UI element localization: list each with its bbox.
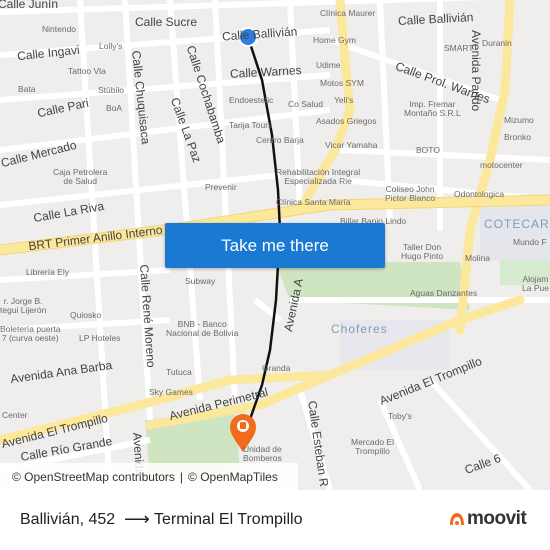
poi-label: Clínica Maurer [320,8,376,18]
moovit-logo-icon [450,513,464,525]
osm-attribution-link[interactable]: © OpenStreetMap contributors [12,470,175,484]
poi-label: Bronko [504,132,531,142]
poi-label: Imp. Fremar Montaño S.R.L [404,99,461,119]
bus-stop-pin-icon [240,422,246,429]
poi-label: Boletería puerta 7 (curva oeste) [0,324,61,344]
poi-label: Motos SYM [320,78,364,88]
poi-label: Toby's [388,411,412,421]
poi-label: Asados Griegos [316,116,377,126]
poi-label: Quiosko [70,310,102,320]
poi-label: Yeli's [334,95,354,105]
poi-label: Librería Ely [26,267,69,277]
poi-label: SMART [444,43,474,53]
poi-label: BoA [106,103,123,113]
poi-label: Mercado El Trompillo [351,437,394,457]
area-label: Choferes [331,322,388,336]
poi-label: Molina [465,253,491,263]
take-me-there-button[interactable]: Take me there [165,223,385,268]
street-label: Calle Warnes [229,63,302,81]
poi-label: Nintendo [42,24,77,34]
poi-label: BNB - Banco Nacional de Bolivia [166,319,239,339]
moovit-wordmark: moovit [467,508,527,529]
poi-label: Sky Games [149,387,193,397]
poi-label: Tattoo Vla [68,66,106,76]
map-attribution: © OpenStreetMap contributors | © OpenMap… [0,463,298,490]
poi-label: Taller Don Hugo Pinto [401,242,444,262]
street-label: Calle Sucre [135,15,198,29]
attribution-separator: | [179,469,184,484]
poi-label: Centro Barja [256,135,304,145]
poi-label: Prevenir [205,182,237,192]
poi-label: Subway [185,276,216,286]
poi-label: Lolly's [99,41,123,51]
poi-label: LP Hoteles [79,333,121,343]
poi-label: Alojam La Pue [522,274,549,294]
poi-label: Home Gym [313,35,356,45]
poi-label: Bata [18,84,36,94]
poi-label: Vicar Yamaha [325,140,378,150]
area-label: COTECAR [484,217,550,231]
poi-label: Clínica Santa María [276,197,351,207]
poi-label: Center [2,410,28,420]
route-origin: Ballivián, 452 [20,511,116,528]
poi-label: Stúbilo [98,85,124,95]
poi-label: r. Jorge B. tegui Lijerón [0,296,47,316]
poi-label: Aguas Danzantes [410,288,478,298]
poi-label: Co Salud [288,99,323,109]
poi-label: motocenter [480,160,523,170]
street-label: Calle Ballivián [397,10,474,28]
poi-label: Coliseo John Pictor Blanco [385,184,436,204]
moovit-logo[interactable]: moovit [449,508,527,530]
route-destination: Terminal El Trompillo [154,511,303,528]
poi-label: BOTO [416,145,440,155]
poi-label: Unidad de Bomberos [243,444,282,464]
poi-label: Rehabilitación Integral Especializada Ri… [276,167,361,187]
poi-label: Mizumo [504,115,534,125]
poi-label: Tarija Tours [229,120,273,130]
map-canvas[interactable]: Calle Junín Calle Sucre Calle Ballivián … [0,0,550,490]
poi-label: Odontologica [454,189,505,199]
poi-label: Endoestetic [229,95,274,105]
poi-label: Udime [316,60,341,70]
street-label: Calle Junín [0,0,59,11]
poi-label: Duranin [482,38,512,48]
arrow-right-icon: ⟶ [124,509,150,529]
poi-label: Tutuca [166,367,192,377]
poi-label: Caja Petrolera de Salud [53,167,108,187]
omt-attribution-link[interactable]: © OpenMapTiles [188,470,278,484]
poi-label: Mundo F [513,237,547,247]
poi-label: Granda [262,363,291,373]
